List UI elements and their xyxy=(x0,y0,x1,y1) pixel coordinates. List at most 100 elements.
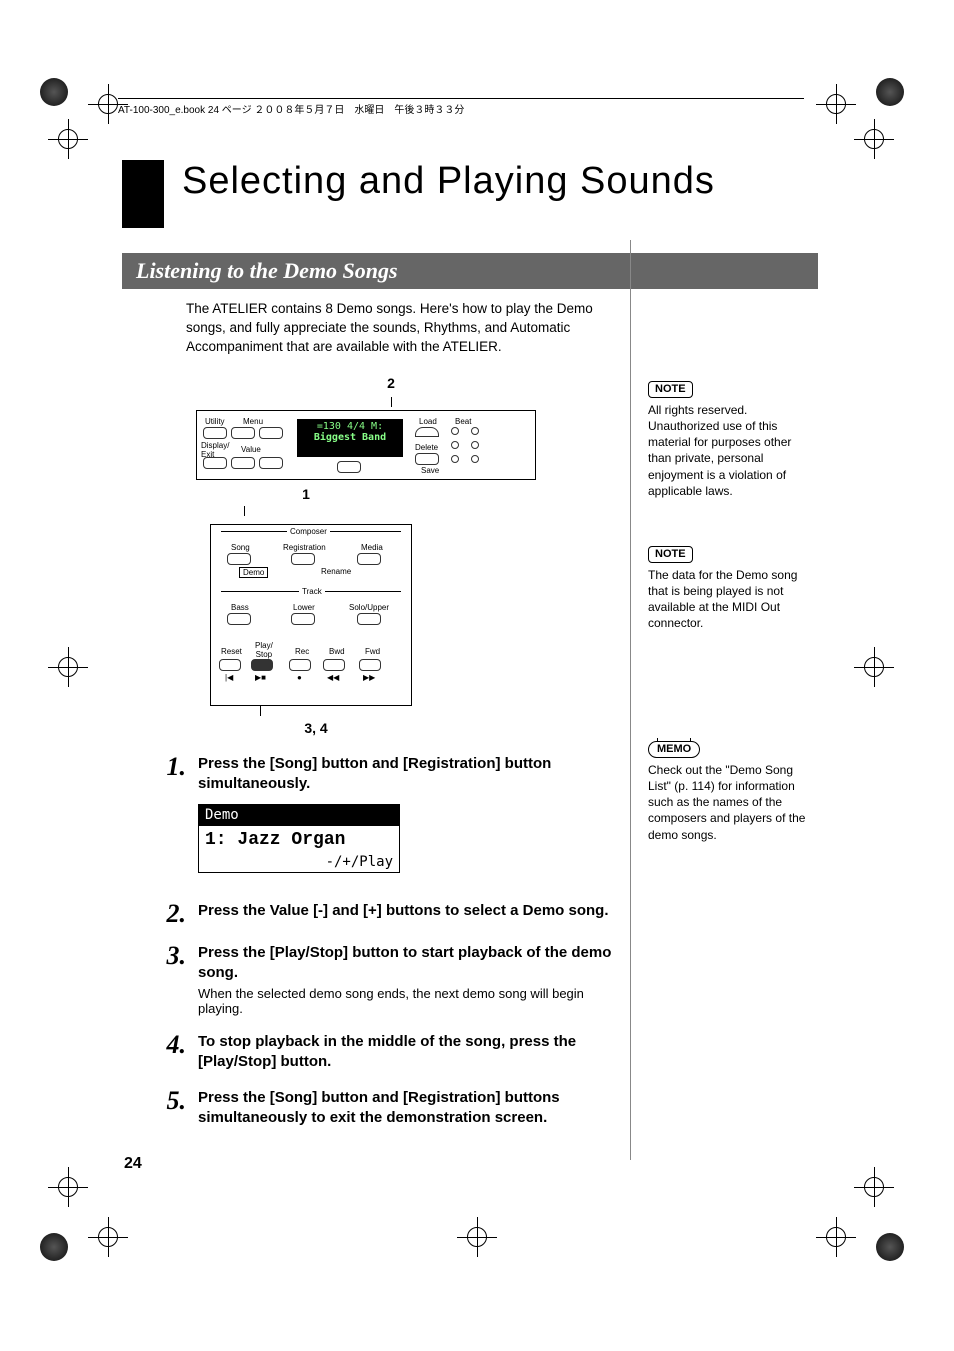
lcd-demo: Demo 1: Jazz Organ -/+/Play xyxy=(198,804,400,873)
btn xyxy=(415,427,439,437)
label-fwd: Fwd xyxy=(365,647,380,656)
led xyxy=(451,427,459,435)
running-header: AT-100-300_e.book 24 ページ ２００８年５月７日 水曜日 午… xyxy=(118,98,804,116)
reg-mark-cross xyxy=(860,1173,888,1201)
sidebar-note-2: NOTE The data for the Demo song that is … xyxy=(648,545,808,632)
label-demo: Demo xyxy=(239,567,268,578)
lcd-demo-line: 1: Jazz Organ xyxy=(199,825,399,854)
reg-mark-cross xyxy=(860,653,888,681)
main-column: The ATELIER contains 8 Demo songs. Here'… xyxy=(186,300,626,1145)
btn xyxy=(289,659,311,671)
reg-mark-cross xyxy=(822,90,850,118)
btn xyxy=(323,659,345,671)
label-song: Song xyxy=(231,543,250,552)
chapter-title: Selecting and Playing Sounds xyxy=(182,160,715,203)
note-text: All rights reserved. Unauthorized use of… xyxy=(648,402,808,499)
reg-mark-cross xyxy=(463,1223,491,1251)
step-num: 4. xyxy=(134,1032,198,1058)
btn xyxy=(251,659,273,671)
reg-mark xyxy=(40,1233,68,1261)
callout-1: 1 xyxy=(76,486,536,502)
led xyxy=(471,427,479,435)
step-heading: Press the Value [-] and [+] buttons to s… xyxy=(198,901,626,921)
btn xyxy=(415,453,439,465)
memo-label: MEMO xyxy=(648,741,700,758)
lcd-panel: =130 4/4 M: Biggest Band xyxy=(297,419,403,457)
led xyxy=(471,455,479,463)
step-subtext: When the selected demo song ends, the ne… xyxy=(198,986,626,1016)
led xyxy=(451,441,459,449)
btn xyxy=(259,427,283,439)
reg-mark xyxy=(40,78,68,106)
btn xyxy=(259,457,283,469)
step-1: 1. Press the [Song] button and [Registra… xyxy=(186,754,626,874)
intro-text: The ATELIER contains 8 Demo songs. Here'… xyxy=(186,300,626,357)
label-play-stop: Play/ Stop xyxy=(255,641,273,659)
btn xyxy=(291,553,315,565)
label-display-exit: Display/ Exit xyxy=(201,441,229,459)
step-heading: Press the [Song] button and [Registratio… xyxy=(198,1088,626,1129)
steps-list: 1. Press the [Song] button and [Registra… xyxy=(186,754,626,1129)
btn xyxy=(227,553,251,565)
step-2: 2. Press the Value [-] and [+] buttons t… xyxy=(186,901,626,927)
btn xyxy=(227,613,251,625)
btn xyxy=(231,427,255,439)
label-value: Value xyxy=(241,445,261,454)
label-reset: Reset xyxy=(221,647,242,656)
lcd-demo-header: Demo xyxy=(199,805,399,825)
label-track: Track xyxy=(299,587,325,596)
label-media: Media xyxy=(361,543,383,552)
memo-text: Check out the "Demo Song List" (p. 114) … xyxy=(648,762,808,843)
label-lower: Lower xyxy=(293,603,315,612)
step-num: 1. xyxy=(134,754,198,780)
reg-mark-cross xyxy=(54,653,82,681)
step-heading: Press the [Song] button and [Registratio… xyxy=(198,754,626,795)
note-label: NOTE xyxy=(648,546,693,563)
step-num: 5. xyxy=(134,1088,198,1114)
sidebar-memo: MEMO Check out the "Demo Song List" (p. … xyxy=(648,740,808,843)
page-number: 24 xyxy=(124,1155,142,1173)
label-delete: Delete xyxy=(415,443,438,452)
panel-figure: 2 Utility Menu Display/ Exit Value =130 … xyxy=(196,375,536,736)
btn xyxy=(203,457,227,469)
label-menu: Menu xyxy=(243,417,263,426)
step-num: 2. xyxy=(134,901,198,927)
label-composer: Composer xyxy=(287,527,330,536)
btn xyxy=(357,553,381,565)
step-5: 5. Press the [Song] button and [Registra… xyxy=(186,1088,626,1129)
btn xyxy=(291,613,315,625)
lcd-line2: Biggest Band xyxy=(297,432,403,443)
label-rename: Rename xyxy=(321,567,351,576)
panel-bottom-box: Composer Song Registration Media Demo Re… xyxy=(210,524,412,706)
step-heading: To stop playback in the middle of the so… xyxy=(198,1032,626,1073)
btn xyxy=(219,659,241,671)
btn xyxy=(203,427,227,439)
reg-mark xyxy=(876,1233,904,1261)
sidebar-note-1: NOTE All rights reserved. Unauthorized u… xyxy=(648,380,808,499)
led xyxy=(471,441,479,449)
step-4: 4. To stop playback in the middle of the… xyxy=(186,1032,626,1073)
callout-2: 2 xyxy=(246,375,536,391)
btn xyxy=(337,461,361,473)
label-registration: Registration xyxy=(283,543,326,552)
btn xyxy=(359,659,381,671)
btn xyxy=(357,613,381,625)
reg-mark xyxy=(876,78,904,106)
label-load: Load xyxy=(419,417,437,426)
label-rec: Rec xyxy=(295,647,309,656)
label-solo-upper: Solo/Upper xyxy=(349,603,389,612)
chapter-header: Selecting and Playing Sounds xyxy=(122,160,715,228)
btn xyxy=(231,457,255,469)
panel-top-box: Utility Menu Display/ Exit Value =130 4/… xyxy=(196,410,536,480)
lcd-demo-footer: -/+/Play xyxy=(199,854,399,872)
label-utility: Utility xyxy=(205,417,225,426)
step-3: 3. Press the [Play/Stop] button to start… xyxy=(186,943,626,1016)
label-bass: Bass xyxy=(231,603,249,612)
section-title: Listening to the Demo Songs xyxy=(122,253,818,289)
reg-mark-cross xyxy=(54,1173,82,1201)
column-divider xyxy=(630,240,631,1160)
label-save: Save xyxy=(421,466,439,475)
reg-mark-cross xyxy=(860,125,888,153)
callout-34: 3, 4 xyxy=(96,720,536,736)
note-text: The data for the Demo song that is being… xyxy=(648,567,808,632)
